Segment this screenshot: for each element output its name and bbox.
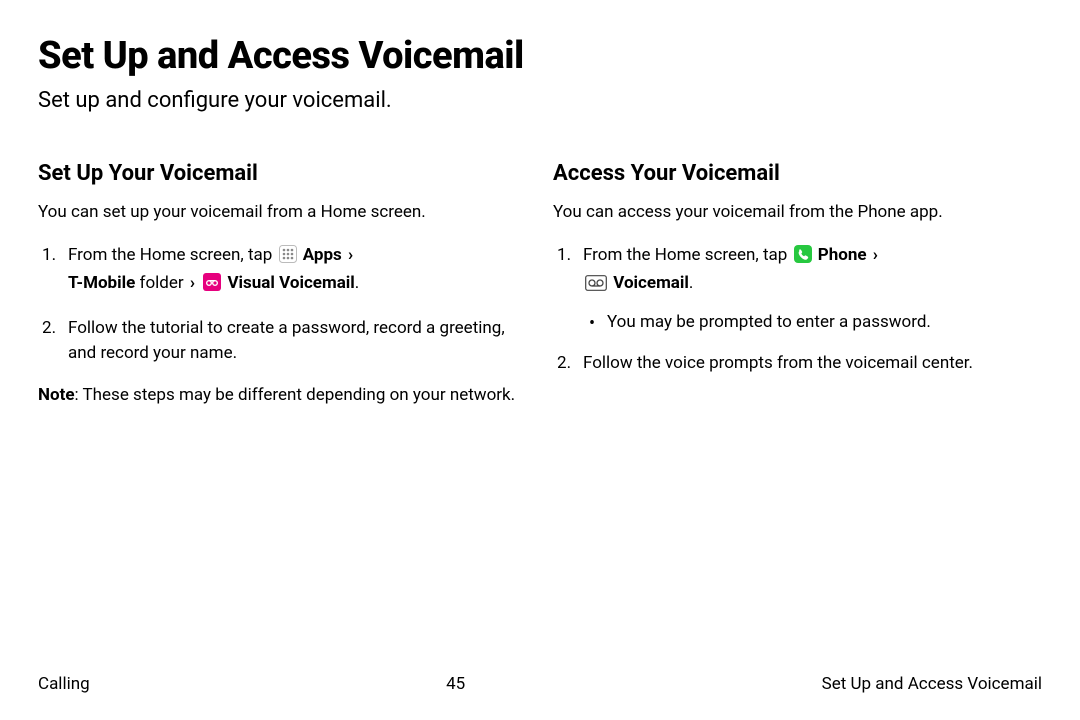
setup-heading: Set Up Your Voicemail (38, 161, 527, 186)
content-columns: Set Up Your Voicemail You can set up you… (38, 161, 1042, 408)
chevron-right-icon: › (346, 245, 355, 265)
voicemail-icon (585, 274, 607, 300)
apps-grid-icon (279, 245, 297, 272)
page-title: Set Up and Access Voicemail (38, 34, 1042, 78)
phone-label: Phone (818, 245, 867, 265)
folder-text: folder (140, 273, 188, 293)
access-sub-bullets: You may be prompted to enter a password. (583, 310, 1042, 336)
period: . (689, 273, 693, 293)
chevron-right-icon: › (188, 273, 197, 293)
access-intro: You can access your voicemail from the P… (553, 200, 1042, 225)
chevron-right-icon: › (871, 245, 880, 265)
setup-step-1: From the Home screen, tap Apps › T-Mobil… (38, 243, 527, 300)
access-heading: Access Your Voicemail (553, 161, 1042, 186)
left-column: Set Up Your Voicemail You can set up you… (38, 161, 527, 408)
step-text: From the Home screen, tap (68, 245, 277, 265)
access-bullet-1: You may be prompted to enter a password. (583, 310, 1042, 336)
period: . (355, 273, 359, 293)
setup-steps: From the Home screen, tap Apps › T-Mobil… (38, 243, 527, 367)
footer-right: Set Up and Access Voicemail (822, 674, 1042, 694)
page-subtitle: Set up and configure your voicemail. (38, 88, 1042, 113)
visual-voicemail-label: Visual Voicemail (227, 273, 354, 293)
access-steps: From the Home screen, tap Phone › (553, 243, 1042, 377)
footer-page-number: 45 (446, 674, 465, 694)
voicemail-label: Voicemail (613, 273, 689, 293)
access-step-1: From the Home screen, tap Phone › (553, 243, 1042, 336)
page-footer: Calling 45 Set Up and Access Voicemail (38, 674, 1042, 694)
setup-note: Note: These steps may be different depen… (38, 383, 527, 409)
setup-intro: You can set up your voicemail from a Hom… (38, 200, 527, 225)
right-column: Access Your Voicemail You can access you… (553, 161, 1042, 408)
note-label: Note (38, 385, 75, 405)
visual-voicemail-icon (203, 273, 221, 300)
setup-step-2: Follow the tutorial to create a password… (38, 316, 527, 367)
phone-icon (794, 245, 812, 272)
access-step-2: Follow the voice prompts from the voicem… (553, 351, 1042, 377)
step-text: From the Home screen, tap (583, 245, 792, 265)
footer-left: Calling (38, 674, 90, 694)
tmobile-label: T-Mobile (68, 273, 135, 293)
apps-label: Apps (303, 245, 342, 265)
note-body: : These steps may be different depending… (75, 385, 516, 405)
